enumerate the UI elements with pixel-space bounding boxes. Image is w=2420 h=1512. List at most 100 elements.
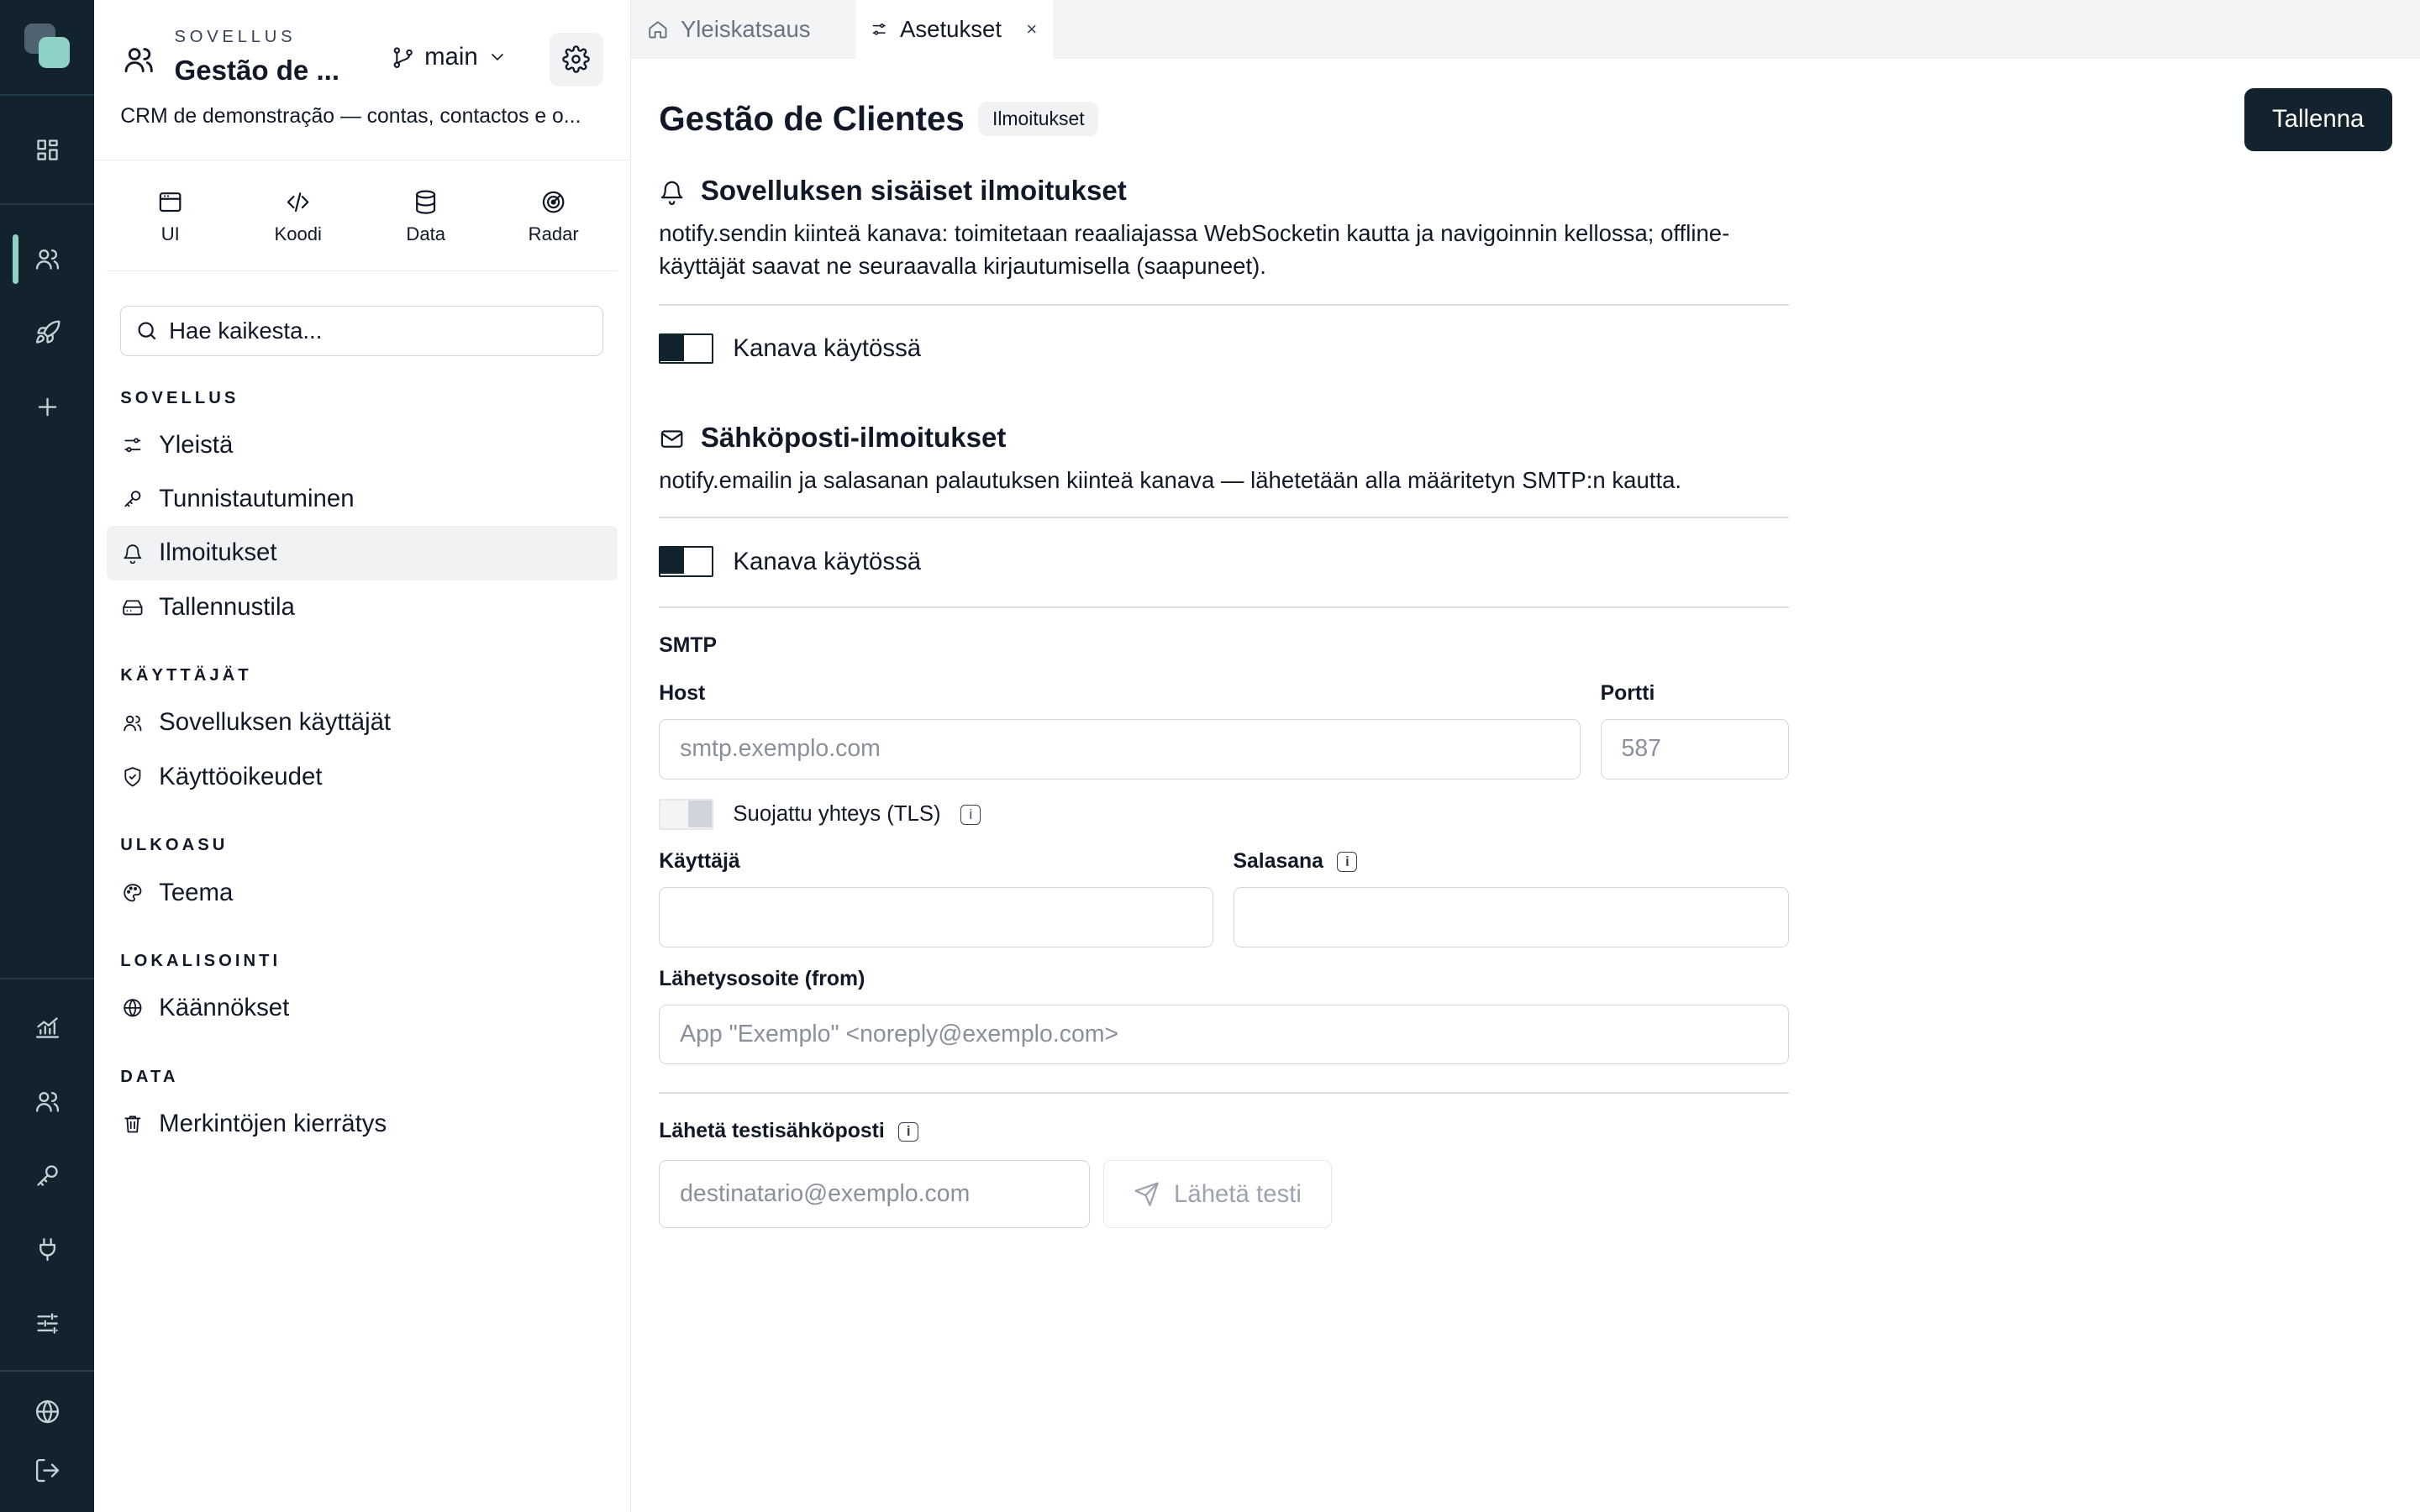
mode-switcher: UI Koodi Data Radar [106, 160, 618, 272]
logout-icon[interactable] [31, 1453, 65, 1487]
bell-icon [124, 543, 142, 564]
toggle-switch[interactable] [659, 546, 713, 577]
window-icon [159, 192, 182, 213]
rail-divider [0, 203, 95, 206]
close-icon[interactable]: × [1026, 18, 1037, 40]
mail-icon [661, 430, 683, 448]
smtp-heading: SMTP [659, 633, 718, 657]
test-email-label-row: Lähetä testisähköposti i [659, 1120, 919, 1143]
app-settings-button[interactable] [549, 32, 604, 87]
divider [659, 303, 1789, 306]
app-description: CRM de demonstração — contas, contactos … [120, 104, 581, 128]
send-test-button[interactable]: Lähetä testi [1103, 1160, 1333, 1228]
search-box[interactable] [120, 305, 604, 357]
sidebar-item-theme[interactable]: Teema [107, 865, 618, 919]
host-label: Host [659, 681, 706, 705]
search-icon [138, 322, 155, 340]
rail-divider [0, 94, 95, 96]
trash-icon [124, 1116, 141, 1133]
sliders-icon [872, 24, 886, 35]
divider [659, 606, 1789, 608]
save-button[interactable]: Tallenna [2244, 87, 2392, 151]
info-icon[interactable]: i [960, 804, 981, 825]
toggle-switch[interactable] [659, 333, 713, 365]
app-logo[interactable] [24, 23, 71, 70]
tab-overview[interactable]: Yleiskatsaus [631, 0, 855, 59]
globe-icon[interactable] [31, 1394, 65, 1428]
app-header: SOVELLUS Gestão de ... main CRM de demon… [94, 0, 630, 161]
rocket-icon[interactable] [31, 317, 65, 350]
radar-icon [542, 192, 565, 213]
password-input[interactable] [1233, 887, 1789, 948]
settings-sliders-icon[interactable] [31, 1307, 65, 1341]
icon-rail [0, 0, 95, 1512]
info-icon[interactable]: i [1337, 852, 1358, 872]
sidebar-item-permissions[interactable]: Käyttöoikeudet [107, 750, 618, 804]
plus-icon[interactable] [31, 391, 65, 424]
plug-icon[interactable] [31, 1233, 65, 1267]
key-icon [124, 491, 141, 507]
sidebar-item-general[interactable]: Yleistä [107, 418, 618, 472]
sidebar-item-authentication[interactable]: Tunnistautuminen [107, 472, 618, 526]
info-icon[interactable]: i [898, 1121, 919, 1142]
tab-settings[interactable]: Asetukset × [855, 0, 1053, 59]
home-icon [648, 21, 667, 39]
section-title-appearance: ULKOASU [120, 836, 229, 855]
sidebar-item-notifications[interactable]: Ilmoitukset [106, 526, 618, 580]
palette-icon [124, 883, 142, 902]
tls-toggle[interactable]: Suojattu yhteys (TLS) i [659, 799, 981, 831]
git-branch-icon [393, 47, 413, 68]
settings-sidebar: SOVELLUS Gestão de ... main CRM de demon… [94, 0, 632, 1512]
in-app-channel-toggle[interactable]: Kanava käytössä [659, 333, 921, 365]
send-icon [1134, 1182, 1160, 1206]
test-recipient-input[interactable] [659, 1160, 1090, 1228]
from-input[interactable] [659, 1004, 1789, 1065]
database-icon [416, 190, 436, 214]
analytics-icon[interactable] [31, 1011, 65, 1044]
key-icon[interactable] [31, 1158, 65, 1192]
code-icon [287, 192, 309, 213]
users-icon [124, 715, 142, 731]
sliders-icon [124, 438, 141, 453]
drive-icon [123, 600, 143, 616]
sidebar-item-storage[interactable]: Tallennustila [107, 580, 618, 634]
mode-radar[interactable]: Radar [490, 160, 618, 270]
branch-selector[interactable]: main [391, 43, 508, 71]
rail-divider [0, 978, 95, 980]
user-input[interactable] [659, 887, 1213, 948]
sidebar-item-translations[interactable]: Käännökset [107, 981, 618, 1035]
gear-icon [562, 45, 591, 73]
mode-data[interactable]: Data [362, 160, 490, 270]
section-title-app: SOVELLUS [120, 388, 239, 407]
team-icon[interactable] [31, 1084, 65, 1118]
section-title-localization: LOKALISOINTI [120, 952, 281, 971]
from-label: Lähetysosoite (from) [659, 967, 865, 990]
in-app-description: notify.sendin kiinteä kanava: toimitetaa… [659, 219, 1730, 279]
shield-check-icon [124, 767, 141, 787]
tab-bar: Yleiskatsaus Asetukset × [631, 0, 2420, 59]
email-heading: Sähköposti-ilmoitukset [659, 423, 1006, 454]
chevron-down-icon [491, 54, 503, 61]
users-icon[interactable] [12, 234, 65, 284]
search-input[interactable] [169, 317, 587, 344]
bell-icon [661, 181, 683, 205]
host-input[interactable] [659, 718, 1581, 780]
sidebar-item-recycle-bin[interactable]: Merkintöjen kierrätys [107, 1097, 618, 1151]
toggle-switch[interactable] [659, 799, 713, 831]
mode-code[interactable]: Koodi [234, 160, 362, 270]
rail-divider [0, 1369, 95, 1372]
dashboard-icon[interactable] [31, 133, 65, 166]
in-app-heading: Sovelluksen sisäiset ilmoitukset [659, 176, 1127, 207]
app-name: Gestão de ... [174, 55, 340, 87]
email-channel-toggle[interactable]: Kanava käytössä [659, 546, 921, 577]
mode-ui[interactable]: UI [107, 160, 234, 270]
globe-icon [124, 999, 142, 1017]
page-title: Gestão de Clientes [659, 98, 965, 138]
section-title-data: DATA [120, 1067, 179, 1086]
divider [659, 1092, 1789, 1095]
sidebar-item-app-users[interactable]: Sovelluksen käyttäjät [107, 696, 618, 749]
app-users-icon [122, 43, 155, 76]
divider [659, 517, 1789, 519]
app-eyebrow: SOVELLUS [174, 28, 297, 47]
port-input[interactable] [1600, 718, 1789, 780]
